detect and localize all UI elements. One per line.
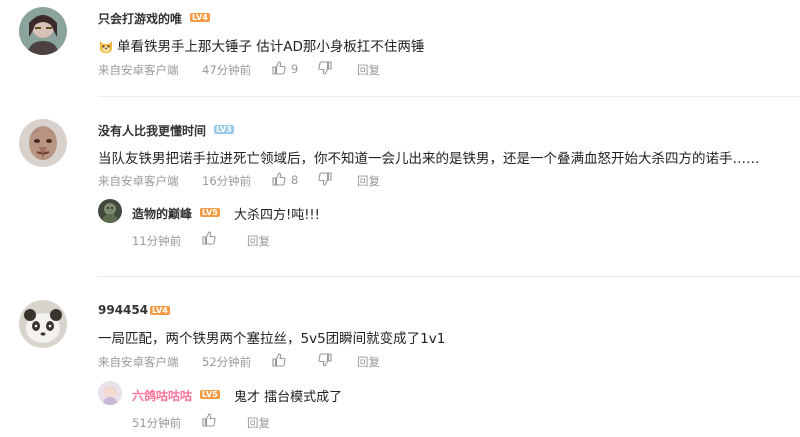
reply-button[interactable]: 回复	[357, 173, 380, 189]
level-badge: LV5	[200, 390, 220, 399]
like-icon[interactable]	[202, 230, 216, 249]
comment-text: 一局匹配，两个铁男两个塞拉丝，5v5团瞬间就变成了1v1	[98, 331, 446, 347]
dislike-icon[interactable]	[318, 352, 332, 371]
comment-source: 来自安卓客户端	[98, 63, 179, 77]
dog-face-emoji-icon	[98, 38, 114, 54]
avatar[interactable]	[19, 300, 67, 348]
reply-text: 鬼才 擂台模式成了	[234, 390, 343, 405]
reply-username[interactable]: 造物的巅峰	[132, 205, 192, 222]
comment-text: 当队友铁男把诺手拉进死亡领域后，你不知道一会儿出来的是铁男，还是一个叠满血怒开始…	[98, 151, 760, 167]
comment-source: 来自安卓客户端	[98, 174, 179, 188]
divider	[98, 276, 800, 277]
username[interactable]: 没有人比我更懂时间	[98, 122, 206, 139]
dislike-icon[interactable]	[318, 171, 332, 190]
like-icon[interactable]	[272, 352, 286, 371]
comment-time: 52分钟前	[202, 355, 252, 369]
reply-button[interactable]: 回复	[247, 233, 270, 249]
reply-button[interactable]: 回复	[357, 354, 380, 370]
divider	[98, 96, 800, 97]
reply-time: 51分钟前	[132, 416, 182, 430]
reply-button[interactable]: 回复	[357, 62, 380, 78]
reply-username[interactable]: 六鸽咕咕咕	[132, 387, 192, 404]
reply-avatar[interactable]	[98, 199, 122, 223]
comment-text: 单看铁男手上那大锤子 估计AD那小身板扛不住两锤	[98, 35, 424, 55]
reply-button[interactable]: 回复	[247, 415, 270, 431]
username[interactable]: 只会打游戏的唯	[98, 10, 182, 27]
reply-avatar[interactable]	[98, 381, 122, 405]
comment-time: 47分钟前	[202, 63, 252, 77]
level-badge: LV3	[214, 125, 234, 134]
dislike-icon[interactable]	[318, 60, 332, 79]
reply-text: 大杀四方!吨!!!	[234, 208, 320, 223]
avatar[interactable]	[19, 7, 67, 55]
avatar[interactable]	[19, 119, 67, 167]
like-icon[interactable]	[202, 412, 216, 431]
like-icon[interactable]	[272, 60, 286, 79]
like-icon[interactable]	[272, 171, 286, 190]
level-badge: LV5	[200, 208, 220, 217]
like-count: 9	[291, 62, 299, 76]
reply-time: 11分钟前	[132, 234, 182, 248]
username[interactable]: 994454	[98, 303, 148, 317]
comment-body: 单看铁男手上那大锤子 估计AD那小身板扛不住两锤	[117, 39, 425, 55]
comment-source: 来自安卓客户端	[98, 355, 179, 369]
level-badge: LV4	[190, 13, 210, 22]
level-badge: LV4	[150, 306, 170, 315]
like-count: 8	[291, 173, 299, 187]
comment-time: 16分钟前	[202, 174, 252, 188]
